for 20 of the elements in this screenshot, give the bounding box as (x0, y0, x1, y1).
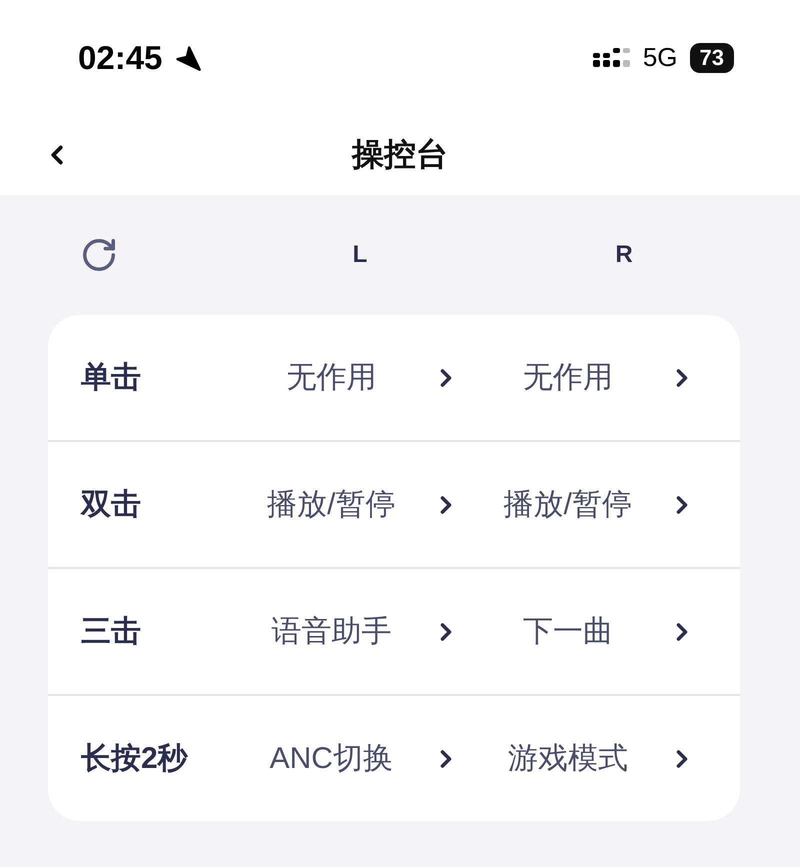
location-arrow-icon (174, 44, 202, 72)
gesture-label: 双击 (81, 487, 142, 523)
gesture-label: 单击 (81, 360, 142, 396)
page-title: 操控台 (352, 135, 448, 174)
action-value[interactable]: 游戏模式 (502, 737, 634, 780)
column-header: R (615, 241, 633, 269)
gesture-label: 三击 (81, 614, 142, 650)
action-value[interactable]: 下一曲 (516, 610, 619, 653)
network-type: 5G (642, 42, 678, 73)
refresh-icon[interactable] (80, 236, 118, 274)
action-value[interactable]: 无作用 (280, 356, 382, 399)
action-value[interactable]: 播放/暂停 (498, 483, 638, 526)
status-time: 02:45 (78, 38, 162, 76)
action-value[interactable]: ANC切换 (264, 737, 399, 780)
action-value[interactable]: 播放/暂停 (261, 483, 402, 526)
column-header: L (352, 241, 368, 269)
battery-indicator: 73 (690, 42, 734, 72)
gesture-label: 长按2秒 (81, 741, 189, 777)
action-value[interactable]: 无作用 (516, 356, 619, 399)
action-value[interactable]: 语音助手 (265, 610, 398, 653)
